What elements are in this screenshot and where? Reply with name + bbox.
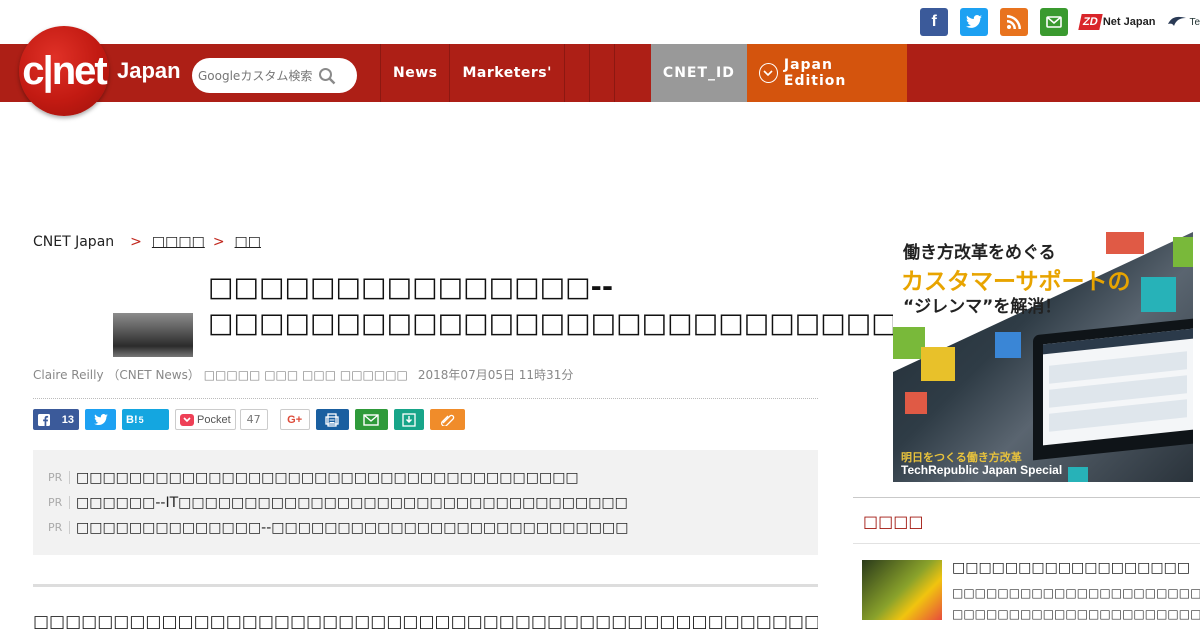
japan-edition-label: Japan Edition — [783, 57, 847, 89]
article-body: □□□□□□□□□□□□□□□□□□□□□□□□□□□□□□□□□□□□□□□□… — [33, 612, 818, 630]
zdnet-logo: ZD — [1078, 14, 1103, 30]
clip-button[interactable] — [429, 409, 465, 430]
facebook-icon[interactable]: f — [920, 8, 949, 36]
japan-edition-button[interactable]: Japan Edition — [746, 44, 907, 102]
search-box — [192, 58, 357, 93]
pr-link[interactable]: □□□□□□□□□□□□□□□□□□□□□□□□□□□□□□□□□□□□□□ — [76, 470, 579, 486]
article-thumbnail[interactable] — [113, 313, 193, 357]
twitter-icon — [93, 413, 108, 425]
print-button[interactable] — [315, 409, 349, 430]
breadcrumb-level2[interactable]: □□ — [235, 234, 261, 250]
breadcrumb-separator: > — [212, 234, 225, 250]
section-divider — [33, 584, 818, 587]
sidebar-section-title: □□□□ — [863, 512, 924, 531]
sidebar-feature-title[interactable]: □□□□□□□□□□□□□□□□□□ — [952, 560, 1190, 576]
facebook-icon — [38, 413, 50, 426]
facebook-share-button[interactable]: 13 — [33, 409, 79, 430]
pr-tag: PR — [48, 496, 70, 509]
rss-icon[interactable] — [1000, 8, 1029, 36]
pocket-count: 47 — [239, 409, 268, 430]
social-strip: f ZD Net Japan Te — [920, 8, 1200, 36]
sidebar-feature-subtitle: □□□□□□□□□□□□□□□□□□□□□□□ □□□□□□□□□□□□□□□□… — [952, 583, 1200, 625]
sidebar-section-header: □□□□ — [853, 497, 1200, 544]
pocket-share: Pocket 47 — [175, 409, 268, 430]
mail-icon — [363, 413, 379, 426]
download-icon — [401, 412, 416, 427]
print-icon — [325, 412, 339, 427]
logo-text: c|net — [22, 48, 107, 93]
sidebar-feature-line: □□□□□□□□□□□□□□□□□□□□□□□ — [952, 586, 1200, 600]
techrepublic-logo-icon — [1168, 16, 1187, 26]
publish-date: 2018年07月05日 11時31分 — [417, 368, 574, 382]
paperclip-icon — [441, 414, 455, 426]
email-share-button[interactable] — [354, 409, 388, 430]
nav-item-empty[interactable] — [588, 44, 614, 102]
sidebar-feature-line: □□□□□□□□□□□□□□□□□□□□□□ — [952, 607, 1200, 621]
breadcrumb-separator: > — [130, 234, 142, 250]
breadcrumb-root[interactable]: CNET Japan — [33, 234, 114, 250]
divider — [33, 398, 818, 399]
search-icon[interactable] — [318, 67, 336, 85]
pocket-button[interactable]: Pocket — [175, 409, 236, 430]
facebook-count: 13 — [61, 413, 74, 426]
breadcrumb: CNET Japan > □□□□ > □□ — [33, 234, 261, 250]
pr-tag: PR — [48, 521, 70, 534]
article-byline: Claire Reilly （CNET News） □□□□□ □□□ □□□ … — [33, 366, 573, 383]
edition-label: Japan — [117, 58, 181, 83]
sidebar-ad-banner[interactable]: 働き方改革をめぐる カスタマーサポートの “ジレンマ”を解消！ 明日をつくる働き… — [893, 232, 1193, 482]
google-plus-share-button[interactable]: G+ — [279, 409, 310, 430]
nav-item-news[interactable]: News — [380, 44, 449, 102]
pocket-icon — [180, 413, 194, 426]
hatena-count: 5 — [138, 414, 144, 425]
pr-item[interactable]: PR □□□□□□□□□□□□□□□□□□□□□□□□□□□□□□□□□□□□□… — [48, 465, 818, 490]
ad-heading-3: “ジレンマ”を解消！ — [903, 297, 1062, 317]
search-input[interactable] — [198, 68, 318, 83]
zdnet-japan-link[interactable]: ZD Net Japan — [1078, 14, 1156, 30]
cnet-logo[interactable]: c|net — [19, 26, 109, 116]
techrepublic-label: Te — [1189, 16, 1200, 28]
main-nav: News Marketers' CNET_ID Japan Edition — [380, 44, 907, 102]
pr-item[interactable]: PR □□□□□□--IT□□□□□□□□□□□□□□□□□□□□□□□□□□□… — [48, 490, 818, 515]
sidebar-feature-image[interactable] — [862, 560, 942, 620]
chevron-down-icon — [758, 63, 778, 83]
article-title: □□□□□□□□□□□□□□□--□□□□□□□□□□□□□□□□□□□□□□□… — [208, 272, 974, 339]
ad-heading-2: カスタマーサポートの — [901, 269, 1131, 295]
ad-footer-2: TechRepublic Japan Special — [901, 463, 1063, 477]
techrepublic-link[interactable]: Te — [1167, 14, 1200, 30]
pocket-label: Pocket — [197, 413, 231, 426]
zdnet-label: Net Japan — [1102, 16, 1156, 28]
nav-item-empty[interactable] — [563, 44, 589, 102]
hatena-bookmark-button[interactable]: B! 5 — [122, 409, 169, 430]
ad-heading-1: 働き方改革をめぐる — [903, 243, 1056, 263]
pr-item[interactable]: PR □□□□□□□□□□□□□□--□□□□□□□□□□□□□□□□□□□□□… — [48, 515, 818, 540]
twitter-share-button[interactable] — [85, 409, 116, 430]
author: Claire Reilly （CNET News） □□□□□ □□□ □□□ … — [33, 368, 408, 382]
page: f ZD Net Japan Te c|net Japan News Marke… — [0, 0, 1200, 630]
download-button[interactable] — [393, 409, 424, 430]
nav-item-marketers[interactable]: Marketers' — [449, 44, 563, 102]
nav-item-empty[interactable] — [613, 44, 639, 102]
pr-box: PR □□□□□□□□□□□□□□□□□□□□□□□□□□□□□□□□□□□□□… — [33, 450, 818, 555]
pr-link[interactable]: □□□□□□--IT□□□□□□□□□□□□□□□□□□□□□□□□□□□□□□… — [76, 495, 628, 511]
cnet-id-button[interactable]: CNET_ID — [650, 44, 747, 102]
pr-tag: PR — [48, 471, 70, 484]
pr-link[interactable]: □□□□□□□□□□□□□□--□□□□□□□□□□□□□□□□□□□□□□□□… — [76, 520, 628, 536]
twitter-icon[interactable] — [960, 8, 989, 36]
mail-icon[interactable] — [1040, 8, 1069, 36]
share-bar: 13 B! 5 Pocket 47 G+ — [33, 409, 465, 430]
breadcrumb-level1[interactable]: □□□□ — [152, 234, 205, 250]
hatena-label: B! — [126, 413, 138, 426]
